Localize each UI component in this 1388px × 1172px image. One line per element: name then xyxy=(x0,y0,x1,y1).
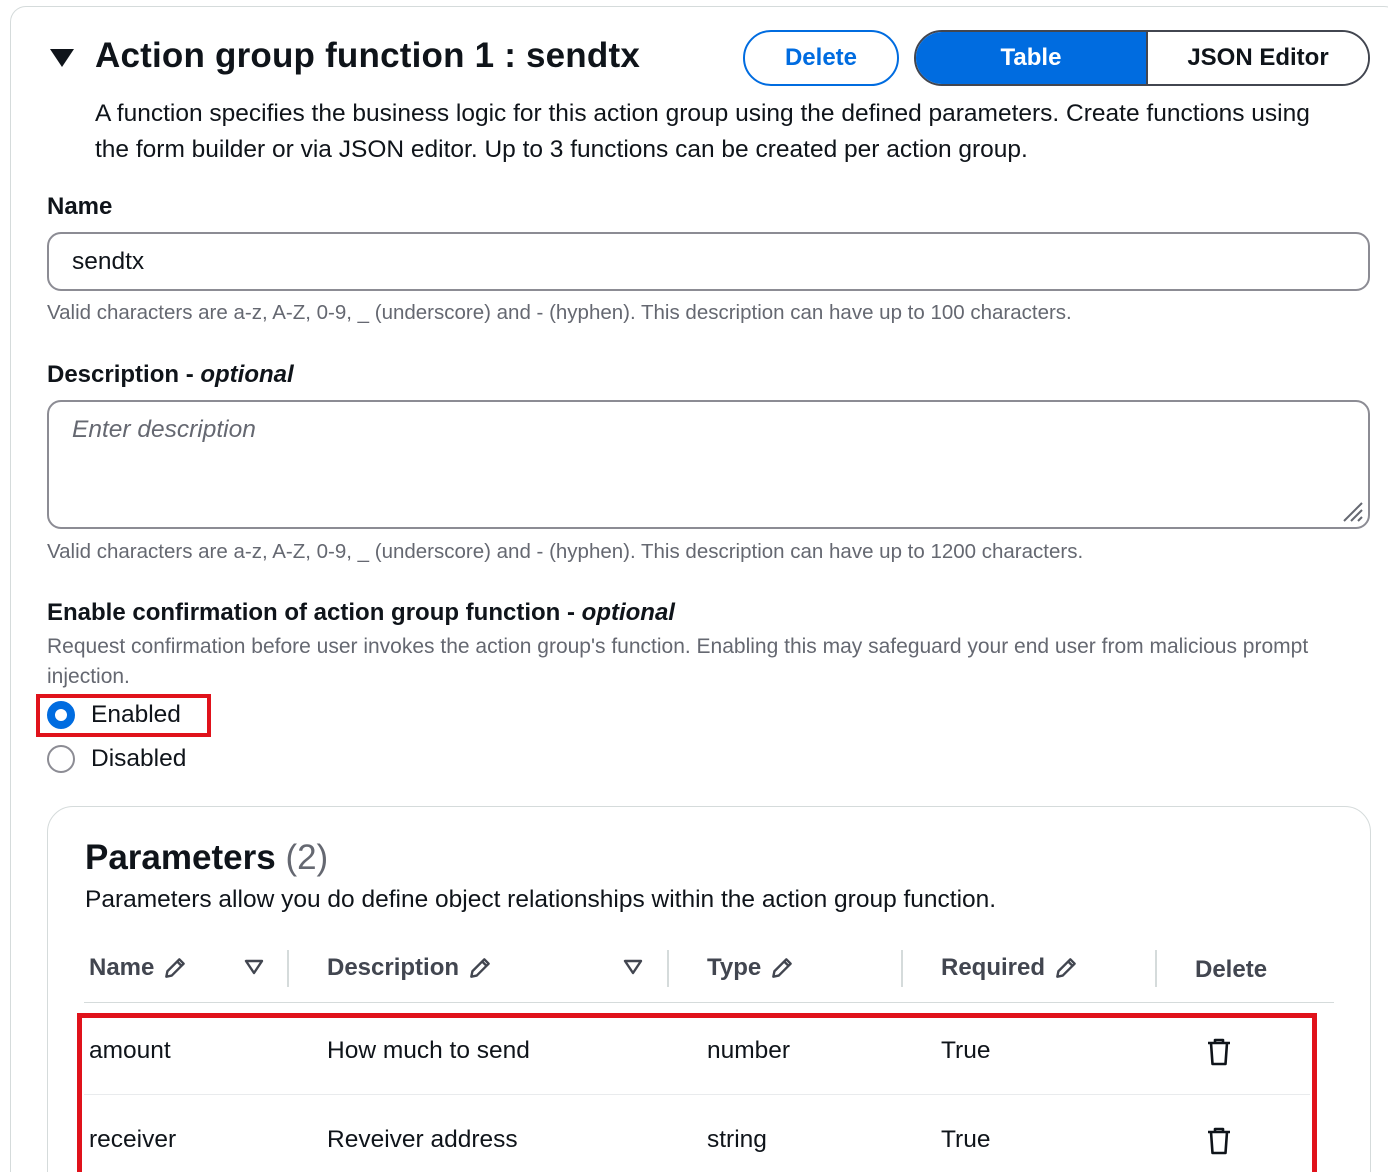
column-header-description[interactable]: Description xyxy=(327,950,493,986)
sort-down-icon[interactable] xyxy=(244,958,264,976)
column-header-description-label: Description xyxy=(327,954,460,981)
resize-handle-icon[interactable] xyxy=(1340,499,1364,523)
column-divider[interactable] xyxy=(901,950,903,987)
confirmation-label: Enable confirmation of action group func… xyxy=(47,599,675,627)
edit-pencil-icon xyxy=(1056,958,1076,978)
confirmation-label-text: Enable confirmation of action group func… xyxy=(47,599,582,626)
function-title: Action group function 1 : sendtx xyxy=(95,36,640,75)
edit-pencil-icon xyxy=(772,958,793,978)
view-toggle: Table JSON Editor xyxy=(914,30,1370,86)
column-header-required[interactable]: Required xyxy=(941,950,1079,986)
column-header-name-label: Name xyxy=(89,954,155,981)
confirmation-description: Request confirmation before user invokes… xyxy=(47,635,1309,688)
parameters-title: Parameters (2) xyxy=(85,838,328,878)
delete-function-button[interactable]: Delete xyxy=(743,30,899,86)
edit-pencil-icon xyxy=(470,958,490,978)
description-label-text: Description - xyxy=(47,361,201,388)
column-header-delete-label: Delete xyxy=(1195,956,1268,983)
radio-disabled-label: Disabled xyxy=(91,745,187,772)
description-textarea[interactable]: Enter description xyxy=(47,400,1370,529)
column-divider[interactable] xyxy=(287,950,289,987)
description-optional-tag: optional xyxy=(200,361,294,388)
table-header-divider xyxy=(84,1002,1334,1003)
function-description: A function specifies the business logic … xyxy=(95,100,1310,163)
radio-disabled[interactable]: Disabled xyxy=(47,742,186,776)
column-header-required-label: Required xyxy=(941,954,1046,981)
column-header-type-label: Type xyxy=(707,954,762,981)
name-input-value: sendtx xyxy=(72,247,145,275)
column-header-name[interactable]: Name xyxy=(89,950,188,986)
edit-pencil-icon xyxy=(165,958,186,978)
name-input[interactable]: sendtx xyxy=(47,232,1370,291)
highlight-box-enabled xyxy=(36,694,211,737)
description-label: Description - optional xyxy=(47,361,294,389)
description-hint: Valid characters are a-z, A-Z, 0-9, _ (u… xyxy=(47,540,1084,563)
json-editor-button[interactable]: JSON Editor xyxy=(1146,32,1368,84)
name-hint: Valid characters are a-z, A-Z, 0-9, _ (u… xyxy=(47,301,1072,324)
sort-down-icon[interactable] xyxy=(623,958,643,976)
parameters-description: Parameters allow you do define object re… xyxy=(85,886,997,913)
description-placeholder: Enter description xyxy=(72,416,256,443)
parameters-count: (2) xyxy=(285,838,329,877)
column-header-delete: Delete xyxy=(1195,952,1267,988)
radio-disabled-control[interactable] xyxy=(47,745,75,773)
column-divider[interactable] xyxy=(667,950,669,987)
name-label: Name xyxy=(47,193,113,220)
column-divider[interactable] xyxy=(1155,950,1157,987)
parameters-title-text: Parameters xyxy=(85,838,276,877)
table-view-button[interactable]: Table xyxy=(916,32,1146,84)
collapse-caret-icon[interactable] xyxy=(50,49,74,67)
column-header-type[interactable]: Type xyxy=(707,950,795,986)
highlight-box-parameters xyxy=(77,1013,1317,1172)
confirmation-optional-tag: optional xyxy=(581,599,675,626)
